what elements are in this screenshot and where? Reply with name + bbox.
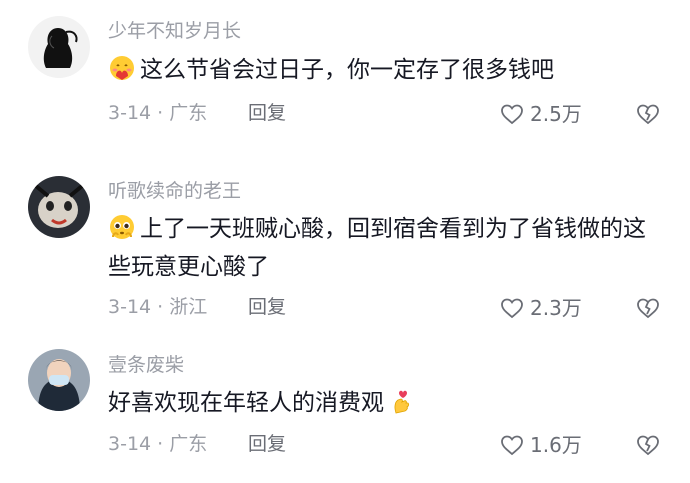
avatar-image xyxy=(28,349,90,411)
reply-button[interactable]: 回复 xyxy=(248,298,286,317)
avatar[interactable] xyxy=(28,176,90,238)
avatar[interactable] xyxy=(28,16,90,78)
comment-date-location: 3-14 · 广东 xyxy=(108,433,208,455)
dislike-button[interactable] xyxy=(636,103,660,125)
heart-outline-icon xyxy=(501,104,523,125)
comment-body: 好喜欢现在年轻人的消费观 xyxy=(108,390,384,416)
pleading-face-emoji xyxy=(108,213,136,241)
broken-heart-icon xyxy=(637,435,659,456)
like-button[interactable]: 2.5万 xyxy=(500,101,582,127)
comment-text: 这么节省会过日子，你一定存了很多钱吧 xyxy=(108,51,668,89)
broken-heart-icon xyxy=(637,298,659,319)
comment-body: 上了一天班贼心酸，回到宿舍看到为了省钱做的这些玩意更心酸了 xyxy=(108,216,646,280)
avatar[interactable] xyxy=(28,349,90,411)
comment-username[interactable]: 壹条废柴 xyxy=(108,356,184,375)
avatar-image xyxy=(28,16,90,78)
comment-text: 好喜欢现在年轻人的消费观 xyxy=(108,384,668,422)
like-count: 2.5万 xyxy=(530,102,582,126)
reply-button[interactable]: 回复 xyxy=(248,104,286,123)
comment-username[interactable]: 少年不知岁月长 xyxy=(108,22,241,41)
hug-face-emoji xyxy=(108,54,136,82)
comment-date-location: 3-14 · 广东 xyxy=(108,102,208,124)
heart-outline-icon xyxy=(501,435,523,456)
like-button[interactable]: 2.3万 xyxy=(500,295,582,321)
dislike-button[interactable] xyxy=(636,297,660,319)
finger-heart-emoji xyxy=(388,387,416,415)
dislike-button[interactable] xyxy=(636,434,660,456)
comment-username[interactable]: 听歌续命的老王 xyxy=(108,182,241,201)
like-button[interactable]: 1.6万 xyxy=(500,432,582,458)
avatar-image xyxy=(28,176,90,238)
reply-button[interactable]: 回复 xyxy=(248,435,286,454)
comment-date-location: 3-14 · 浙江 xyxy=(108,296,208,318)
like-count: 2.3万 xyxy=(530,296,582,320)
like-count: 1.6万 xyxy=(530,433,582,457)
comment-body: 这么节省会过日子，你一定存了很多钱吧 xyxy=(140,57,554,83)
heart-outline-icon xyxy=(501,298,523,319)
broken-heart-icon xyxy=(637,104,659,125)
comment-text: 上了一天班贼心酸，回到宿舍看到为了省钱做的这些玩意更心酸了 xyxy=(108,210,668,286)
